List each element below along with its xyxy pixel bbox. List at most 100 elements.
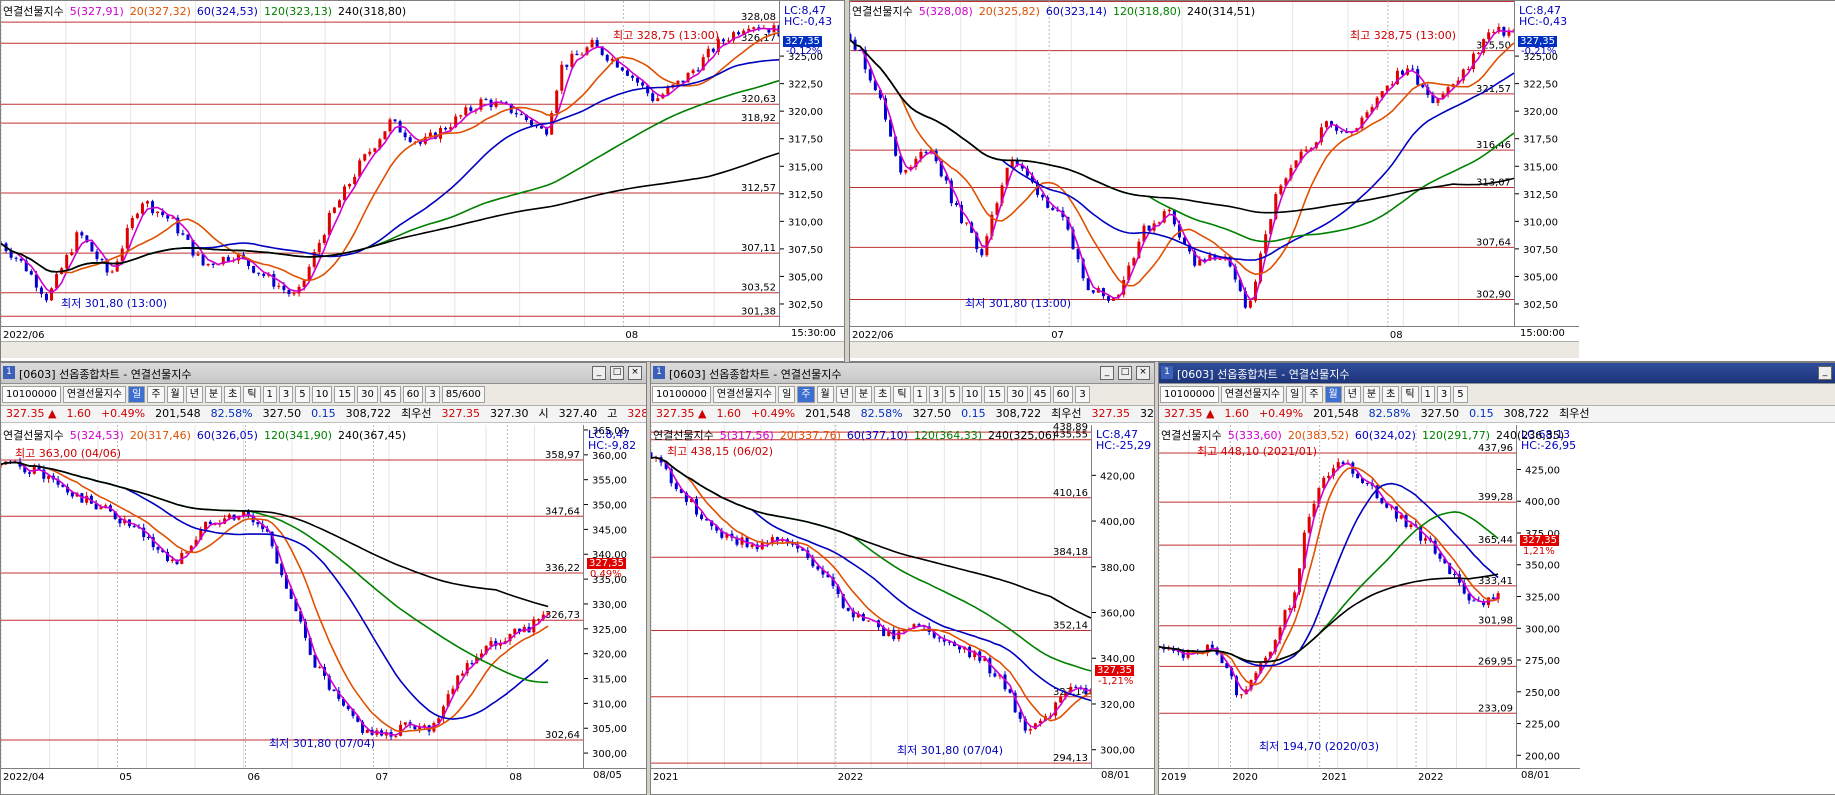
toolbar-button[interactable]: 3 <box>928 386 944 403</box>
maximize-button-4[interactable]: □ <box>1118 366 1132 380</box>
toolbar-button[interactable]: 년 <box>1343 386 1361 403</box>
quote-oi: 308,722 <box>345 407 392 420</box>
toolbar-button[interactable]: 월 <box>816 386 834 403</box>
window-titlebar-4[interactable]: 1 [0603] 선옵종합차트 - 연결선물지수 _ □ × <box>651 363 1154 384</box>
toolbar-button[interactable]: 틱 <box>1401 386 1419 403</box>
toolbar-button[interactable]: 주 <box>147 386 165 403</box>
plot-area-2[interactable]: 329,95325,50321,57316,46313,07307,64302,… <box>850 1 1516 326</box>
toolbar-button[interactable]: 연결선물지수 <box>712 386 777 403</box>
candle-body <box>464 107 468 116</box>
toolbar-button[interactable]: 초 <box>1382 386 1400 403</box>
toolbar-button[interactable]: 10 <box>311 386 333 403</box>
close-button-4[interactable]: × <box>1136 366 1150 380</box>
candle-body <box>750 544 754 547</box>
plot-area-4[interactable]: 438,89435,55410,16384,18352,14323,14294,… <box>651 422 1093 768</box>
minimize-button-5[interactable]: _ <box>1818 366 1832 380</box>
toolbar-button[interactable]: 3 <box>1075 386 1090 403</box>
toolbar-button[interactable]: 10100000 <box>652 386 711 403</box>
toolbar-button[interactable]: 5 <box>945 386 960 403</box>
toolbar-button[interactable]: 분 <box>204 386 223 403</box>
toolbar-button[interactable]: 3 <box>425 386 440 403</box>
toolbar-button[interactable]: 틱 <box>243 386 261 403</box>
scrollbar-1[interactable] <box>1 341 844 358</box>
toolbar-button[interactable]: 초 <box>874 386 892 403</box>
candle-body <box>620 67 624 71</box>
close-button-3[interactable]: × <box>628 366 642 380</box>
toolbar-button[interactable]: 5 <box>1453 386 1468 403</box>
toolbar-button[interactable]: 연결선물지수 <box>1220 386 1285 403</box>
toolbar-button[interactable]: 10100000 <box>2 386 61 403</box>
toolbar-button[interactable]: 연결선물지수 <box>62 386 127 403</box>
current-change-5: 1,21% <box>1523 546 1555 557</box>
toolbar-button[interactable]: 년 <box>835 386 853 403</box>
scrollbar-2[interactable] <box>850 341 1579 358</box>
minimize-button-3[interactable]: _ <box>592 366 606 380</box>
toolbar-button[interactable]: 1 <box>1420 386 1435 403</box>
chart-window-4: 1 [0603] 선옵종합차트 - 연결선물지수 _ □ × 10100000 연… <box>650 362 1155 795</box>
y-tick-label: 312,50 <box>788 190 823 201</box>
toolbar-button[interactable]: 60 <box>402 386 424 403</box>
toolbar-button[interactable]: 3 <box>1436 386 1452 403</box>
toolbar-button[interactable]: 분 <box>1362 386 1381 403</box>
legend-5: 연결선물지수 5(333,60) 20(383,52) 60(324,02) 120(2… <box>1161 427 1570 443</box>
toolbar-button[interactable]: 5 <box>295 386 310 403</box>
toolbar-button[interactable]: 년 <box>185 386 203 403</box>
minimize-button-4[interactable]: _ <box>1100 366 1114 380</box>
toolbar-button[interactable]: 일 <box>1286 386 1304 403</box>
y-tick-label: 400,00 <box>1100 517 1135 528</box>
level-label: 269,95 <box>1478 656 1513 667</box>
level-label: 233,09 <box>1478 703 1513 714</box>
candle-body <box>625 70 629 76</box>
toolbar-button[interactable]: 45 <box>1029 386 1051 403</box>
candle-body <box>444 127 448 130</box>
candle-body <box>186 234 190 240</box>
toolbar-button[interactable]: 초 <box>224 386 242 403</box>
candle-body <box>39 287 43 294</box>
plot-area-5[interactable]: 437,96 399,28 365,44 333,41 301,98 269,95 233,… <box>1159 425 1564 768</box>
candle-body <box>9 251 13 258</box>
level-label: 302,90 <box>1476 290 1511 301</box>
window-titlebar-5[interactable]: 1 [0603] 선옵종합차트 - 연결선물지수 _ <box>1159 363 1835 384</box>
legend-item: 120(341,90) <box>263 429 333 442</box>
toolbar-button[interactable]: 30 <box>357 386 378 403</box>
toolbar-button[interactable]: 15 <box>984 386 1006 403</box>
toolbar-button[interactable]: 10 <box>961 386 983 403</box>
window-titlebar-3[interactable]: 1 [0603] 선옵종합차트 - 연결선물지수 _ □ × <box>1 363 646 384</box>
low-annotation-5: 최저 194,70 (2020/03) <box>1259 740 1380 753</box>
toolbar-button[interactable]: 1 <box>262 386 277 403</box>
level-label: 302,64 <box>545 730 580 741</box>
quote-bar-3: 327.35 ▲ 1.60 +0.49% 201,548 82.58% 327.50 0.1… <box>1 406 646 423</box>
toolbar-button[interactable]: 1 <box>912 386 927 403</box>
toolbar-button[interactable]: 60 <box>1052 386 1074 403</box>
window-buttons-4: _ □ × <box>1100 366 1150 380</box>
plot-area-1[interactable]: 328,08 326,17 320,63 318,92 312,57 307,11 303,… <box>1 1 781 326</box>
plot-area-3[interactable]: 358,97 347,64 336,22 326,73 302,64 연결선물지수 5(3… <box>1 425 583 768</box>
toolbar-button[interactable]: 30 <box>1007 386 1028 403</box>
candle-body <box>752 27 756 29</box>
level-label: 399,28 <box>1478 492 1513 503</box>
toolbar-button[interactable]: 월 <box>166 386 184 403</box>
y-tick-label: 300,00 <box>1100 746 1135 757</box>
toolbar-button[interactable]: 틱 <box>893 386 911 403</box>
candle-body <box>747 28 751 31</box>
x-axis-svg-3: 2022/04 05 06 07 08 <box>3 772 522 783</box>
y-tick-label: 305,00 <box>592 724 627 735</box>
toolbar-button[interactable]: 월 <box>1324 386 1342 403</box>
candle-body <box>570 53 574 67</box>
chart-window-2: 329,95325,50321,57316,46313,07307,64302,… <box>849 0 1835 362</box>
toolbar-button[interactable]: 주 <box>1305 386 1323 403</box>
quote-vol: 201,548 <box>155 407 201 420</box>
toolbar-button[interactable]: 일 <box>128 386 146 403</box>
toolbar-button[interactable]: 15 <box>334 386 356 403</box>
maximize-button-3[interactable]: □ <box>610 366 624 380</box>
toolbar-button[interactable]: 10100000 <box>1160 386 1219 403</box>
toolbar-button[interactable]: 분 <box>854 386 873 403</box>
candle-body <box>1327 475 1331 478</box>
toolbar-button[interactable]: 주 <box>797 386 815 403</box>
toolbar-button[interactable]: 85/600 <box>441 386 485 403</box>
toolbar-button[interactable]: 일 <box>778 386 796 403</box>
candle-body <box>262 273 266 276</box>
quote-price: 327.35 ▲ <box>6 407 57 420</box>
toolbar-button[interactable]: 45 <box>379 386 401 403</box>
toolbar-button[interactable]: 3 <box>278 386 294 403</box>
